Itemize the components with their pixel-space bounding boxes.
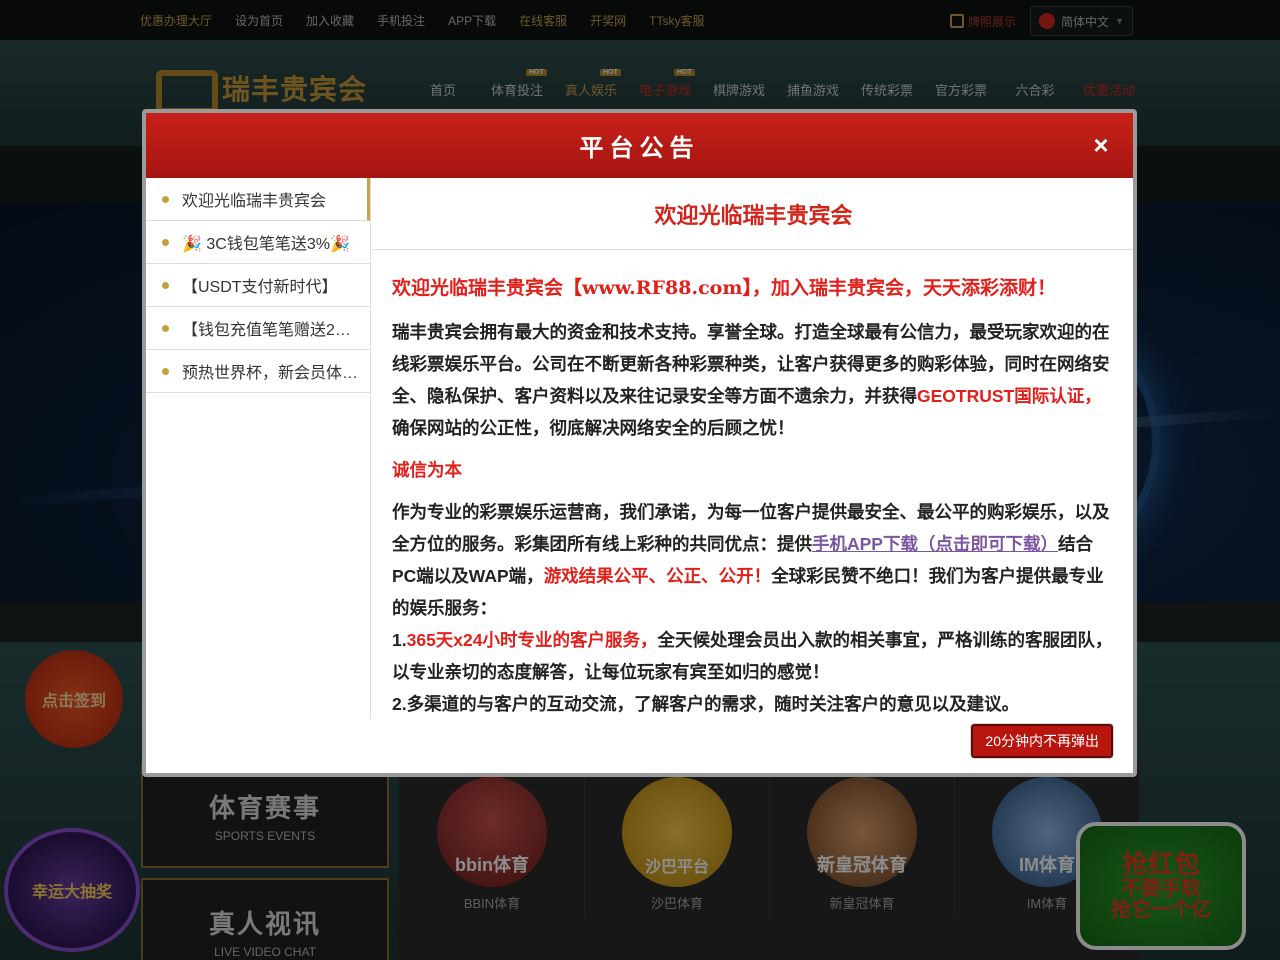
announcement-item-label: 【USDT支付新时代】 xyxy=(182,279,338,296)
bullet-icon xyxy=(162,367,169,375)
announcement-item[interactable]: 预热世界杯，新会员体验金 xyxy=(146,350,370,393)
announcement-modal: 平台公告 × 欢迎光临瑞丰贵宾会 🎉 3C钱包笔笔送3%🎉 【USDT支付新时代… xyxy=(142,109,1137,777)
bullet-icon xyxy=(162,281,169,289)
announcement-item[interactable]: 🎉 3C钱包笔笔送3%🎉 xyxy=(146,221,370,264)
announcement-item[interactable]: 欢迎光临瑞丰贵宾会 xyxy=(146,178,370,221)
announcement-list: 欢迎光临瑞丰贵宾会 🎉 3C钱包笔笔送3%🎉 【USDT支付新时代】 【钱包充值… xyxy=(146,178,371,719)
announcement-item[interactable]: 【USDT支付新时代】 xyxy=(146,264,370,307)
bullet-icon xyxy=(162,195,169,203)
content-paragraph: 作为专业的彩票娱乐运营商，我们承诺，为每一位客户提供最安全、最公平的购彩娱乐，以… xyxy=(392,496,1115,624)
content-body: 欢迎光临瑞丰贵宾会【www.RF88.com】，加入瑞丰贵宾会，天天添彩添财！ … xyxy=(372,250,1133,719)
modal-header: 平台公告 × xyxy=(146,113,1133,178)
paragraph-text: 确保网站的公正性，彻底解决网络安全的后顾之忧！ xyxy=(392,418,795,438)
announcement-item-label: 🎉 3C钱包笔笔送3%🎉 xyxy=(182,236,350,253)
announcement-item-label: 欢迎光临瑞丰贵宾会 xyxy=(182,193,327,210)
modal-title: 平台公告 xyxy=(579,135,700,162)
content-list-item: 1.365天x24小时专业的客户服务，全天候处理会员出入款的相关事宜，严格训练的… xyxy=(392,624,1115,688)
announcement-item-label: 预热世界杯，新会员体验金 xyxy=(182,365,362,382)
paragraph-highlight: 365天x24小时专业的客户服务， xyxy=(406,630,658,650)
announcement-content[interactable]: 欢迎光临瑞丰贵宾会 欢迎光临瑞丰贵宾会【www.RF88.com】，加入瑞丰贵宾… xyxy=(372,178,1133,719)
content-list-item: 2.多渠道的与客户的互动交流，了解客户的需求，随时关注客户的意见以及建议。 xyxy=(392,694,1020,714)
app-download-link[interactable]: 手机APP下载（点击即可下载） xyxy=(812,534,1058,554)
bullet-icon xyxy=(162,238,169,246)
content-headline: 欢迎光临瑞丰贵宾会【www.RF88.com】，加入瑞丰贵宾会，天天添彩添财！ xyxy=(392,277,1056,299)
bullet-icon xyxy=(162,324,169,332)
list-number: 1. xyxy=(392,630,407,650)
dismiss-20min-button[interactable]: 20分钟内不再弹出 xyxy=(970,723,1114,759)
content-title: 欢迎光临瑞丰贵宾会 xyxy=(372,178,1133,250)
section-title: 诚信为本 xyxy=(392,460,462,480)
paragraph-highlight: 游戏结果公平、公正、公开！ xyxy=(543,566,772,586)
announcement-item-label: 【钱包充值笔笔赠送2%】 xyxy=(182,322,362,339)
announcement-item[interactable]: 【钱包充值笔笔赠送2%】 xyxy=(146,307,370,350)
paragraph-highlight: GEOTRUST国际认证， xyxy=(917,386,1102,406)
close-icon[interactable]: × xyxy=(1087,131,1115,159)
modal-footer: 20分钟内不再弹出 xyxy=(146,719,1133,773)
content-paragraph: 瑞丰贵宾会拥有最大的资金和技术支持。享誉全球。打造全球最有公信力，最受玩家欢迎的… xyxy=(392,316,1115,444)
